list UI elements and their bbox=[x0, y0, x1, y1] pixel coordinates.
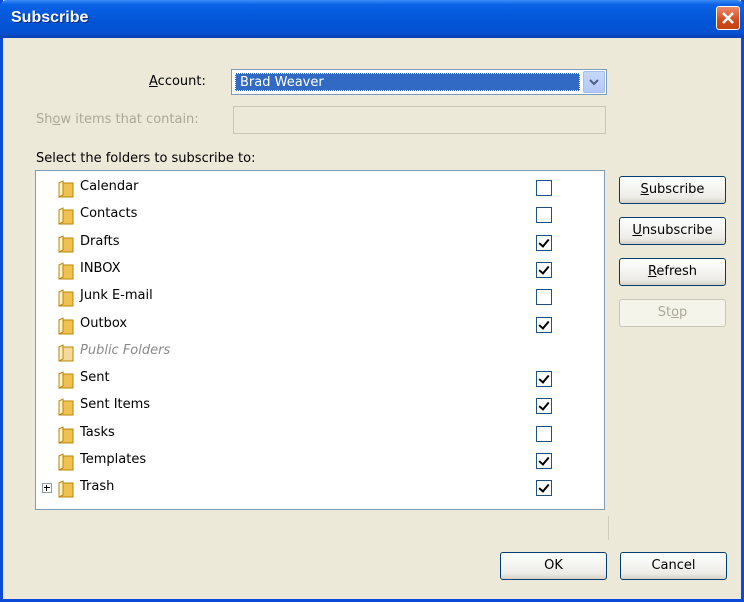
subscribe-checkbox[interactable] bbox=[536, 371, 552, 388]
folder-icon bbox=[58, 453, 74, 471]
close-icon bbox=[722, 12, 734, 24]
dropdown-arrow-button[interactable] bbox=[583, 71, 605, 93]
folder-icon bbox=[58, 480, 74, 499]
folder-name: Drafts bbox=[80, 233, 120, 249]
chevron-down-icon bbox=[589, 79, 599, 86]
subscribe-checkbox[interactable] bbox=[536, 316, 552, 333]
folder-name: Calendar bbox=[80, 179, 139, 194]
folder-name: Sent bbox=[80, 370, 110, 386]
subscribe-checkbox[interactable] bbox=[536, 261, 552, 278]
folder-row[interactable]: Templates bbox=[36, 448, 604, 475]
subscribe-checkbox[interactable] bbox=[536, 398, 552, 415]
folder-name: INBOX bbox=[80, 260, 121, 276]
folder-name: Sent Items bbox=[80, 397, 151, 413]
folder-name: Templates bbox=[80, 452, 147, 467]
folder-row[interactable]: Sent Items bbox=[36, 393, 604, 420]
folder-icon bbox=[58, 398, 74, 417]
folder-row[interactable]: Calendar bbox=[36, 175, 604, 202]
subscribe-button[interactable]: Subscribe bbox=[619, 176, 726, 204]
folder-row[interactable]: Tasks bbox=[36, 421, 604, 448]
folder-row[interactable]: Sent bbox=[36, 366, 604, 393]
folder-icon bbox=[58, 425, 74, 444]
ok-button[interactable]: OK bbox=[500, 552, 607, 580]
stop-button[interactable]: Stop bbox=[619, 299, 726, 327]
account-dropdown-value: Brad Weaver bbox=[235, 73, 580, 91]
folder-name: Tasks bbox=[80, 424, 115, 440]
subscribe-checkbox[interactable] bbox=[536, 425, 552, 442]
folder-icon bbox=[58, 180, 74, 198]
folder-icon bbox=[58, 262, 74, 280]
window-title: Subscribe bbox=[11, 9, 89, 26]
unsubscribe-button[interactable]: Unsubscribe bbox=[619, 217, 726, 245]
expand-plus-icon[interactable] bbox=[42, 483, 52, 494]
filter-label: Show items that contain: bbox=[36, 112, 199, 127]
folder-name: Outbox bbox=[80, 315, 128, 331]
resize-grip-divider bbox=[608, 516, 609, 540]
folder-name: Junk E-mail bbox=[80, 288, 153, 304]
folder-icon bbox=[58, 343, 74, 362]
folder-tree[interactable]: Calendar Contacts Drafts INBOX Junk E-mail Ou… bbox=[35, 170, 605, 510]
subscribe-checkbox[interactable] bbox=[536, 180, 552, 196]
folder-row[interactable]: Drafts bbox=[36, 230, 604, 257]
close-button[interactable] bbox=[716, 6, 740, 30]
subscribe-checkbox[interactable] bbox=[536, 207, 552, 224]
folders-heading: Select the folders to subscribe to: bbox=[36, 151, 256, 166]
account-dropdown[interactable]: Brad Weaver bbox=[231, 69, 607, 95]
subscribe-checkbox[interactable] bbox=[536, 480, 552, 497]
filter-input[interactable] bbox=[233, 106, 606, 134]
folder-icon bbox=[58, 207, 74, 226]
folder-name: Public Folders bbox=[80, 342, 171, 358]
folder-row[interactable]: INBOX bbox=[36, 257, 604, 284]
folder-icon bbox=[58, 316, 74, 335]
account-label: Account: bbox=[149, 74, 206, 89]
folder-row[interactable]: Trash bbox=[36, 475, 604, 502]
folder-icon bbox=[58, 234, 74, 253]
folder-row[interactable]: Public Folders bbox=[36, 339, 604, 366]
folder-row[interactable]: Junk E-mail bbox=[36, 284, 604, 311]
folder-name: Contacts bbox=[80, 206, 138, 222]
subscribe-checkbox[interactable] bbox=[536, 289, 552, 306]
folder-icon bbox=[58, 371, 74, 389]
subscribe-checkbox[interactable] bbox=[536, 234, 552, 251]
subscribe-checkbox[interactable] bbox=[536, 453, 552, 469]
folder-row[interactable]: Outbox bbox=[36, 312, 604, 339]
refresh-button[interactable]: Refresh bbox=[619, 258, 726, 286]
folder-icon bbox=[58, 289, 74, 307]
cancel-button[interactable]: Cancel bbox=[620, 552, 727, 580]
subscribe-dialog: Subscribe Account: Brad Weaver Show item… bbox=[0, 0, 744, 602]
folder-row[interactable]: Contacts bbox=[36, 202, 604, 229]
title-bar[interactable]: Subscribe bbox=[0, 0, 744, 38]
folder-name: Trash bbox=[80, 479, 115, 495]
